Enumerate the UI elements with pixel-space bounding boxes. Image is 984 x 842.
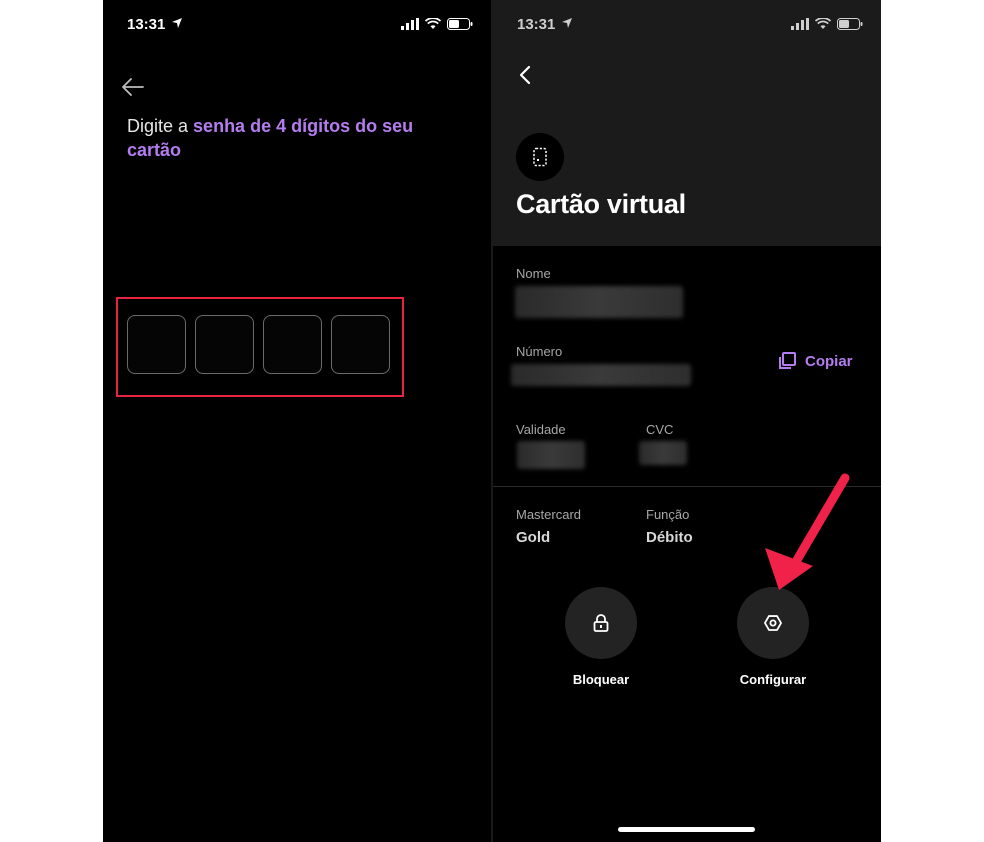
pin-digit-3[interactable]: [263, 315, 322, 374]
copy-button[interactable]: Copiar: [777, 351, 853, 371]
status-time: 13:31: [517, 16, 556, 33]
brand-value: Gold: [516, 529, 551, 546]
cellular-signal-icon: [401, 18, 419, 30]
status-bar: 13:31: [103, 14, 491, 36]
wifi-icon: [425, 18, 441, 29]
pin-prompt: Digite a senha de 4 dígitos do seu cartã…: [127, 114, 467, 162]
block-button[interactable]: [565, 587, 637, 659]
settings-hexagon-icon: [764, 615, 782, 631]
cellular-signal-icon: [791, 18, 809, 30]
brand-label: Mastercard: [516, 507, 582, 522]
name-label: Nome: [516, 266, 551, 281]
copy-icon: [779, 352, 796, 369]
back-chevron-icon[interactable]: [515, 64, 535, 86]
back-arrow-icon[interactable]: [121, 76, 145, 98]
virtual-card-icon: [533, 147, 547, 167]
cvc-value-redacted: [639, 441, 687, 465]
lock-icon: [593, 614, 609, 632]
battery-icon: [447, 18, 473, 30]
name-value-redacted: [515, 286, 683, 318]
validity-value-redacted: [517, 441, 585, 469]
page-title: Cartão virtual: [516, 189, 686, 219]
function-value: Débito: [646, 529, 693, 546]
status-bar: 13:31: [493, 14, 881, 36]
number-value-redacted: [511, 364, 691, 386]
location-arrow-icon: [562, 18, 572, 28]
configure-button[interactable]: [737, 587, 809, 659]
home-indicator: [618, 827, 755, 832]
copy-label: Copiar: [805, 352, 853, 370]
function-label: Função: [646, 507, 690, 522]
wifi-icon: [815, 18, 831, 29]
pin-digit-4[interactable]: [331, 315, 390, 374]
cvc-label: CVC: [646, 422, 674, 437]
status-time: 13:31: [127, 16, 166, 33]
validity-label: Validade: [516, 422, 566, 437]
card-avatar: [516, 133, 564, 181]
location-arrow-icon: [172, 18, 182, 28]
virtual-card-screen: 13:31 Cartão virtual Nome Número Copiar …: [493, 0, 881, 842]
pin-prompt-prefix: Digite a: [127, 116, 194, 136]
number-label: Número: [516, 344, 563, 359]
block-label: Bloquear: [572, 672, 630, 687]
pin-digit-2[interactable]: [195, 315, 254, 374]
section-divider: [493, 486, 881, 487]
pin-digit-1[interactable]: [127, 315, 186, 374]
pin-entry-screen: 13:31 Digite a senha de 4 dígitos do seu…: [103, 0, 491, 842]
battery-icon: [837, 18, 863, 30]
configure-label: Configurar: [739, 672, 807, 687]
